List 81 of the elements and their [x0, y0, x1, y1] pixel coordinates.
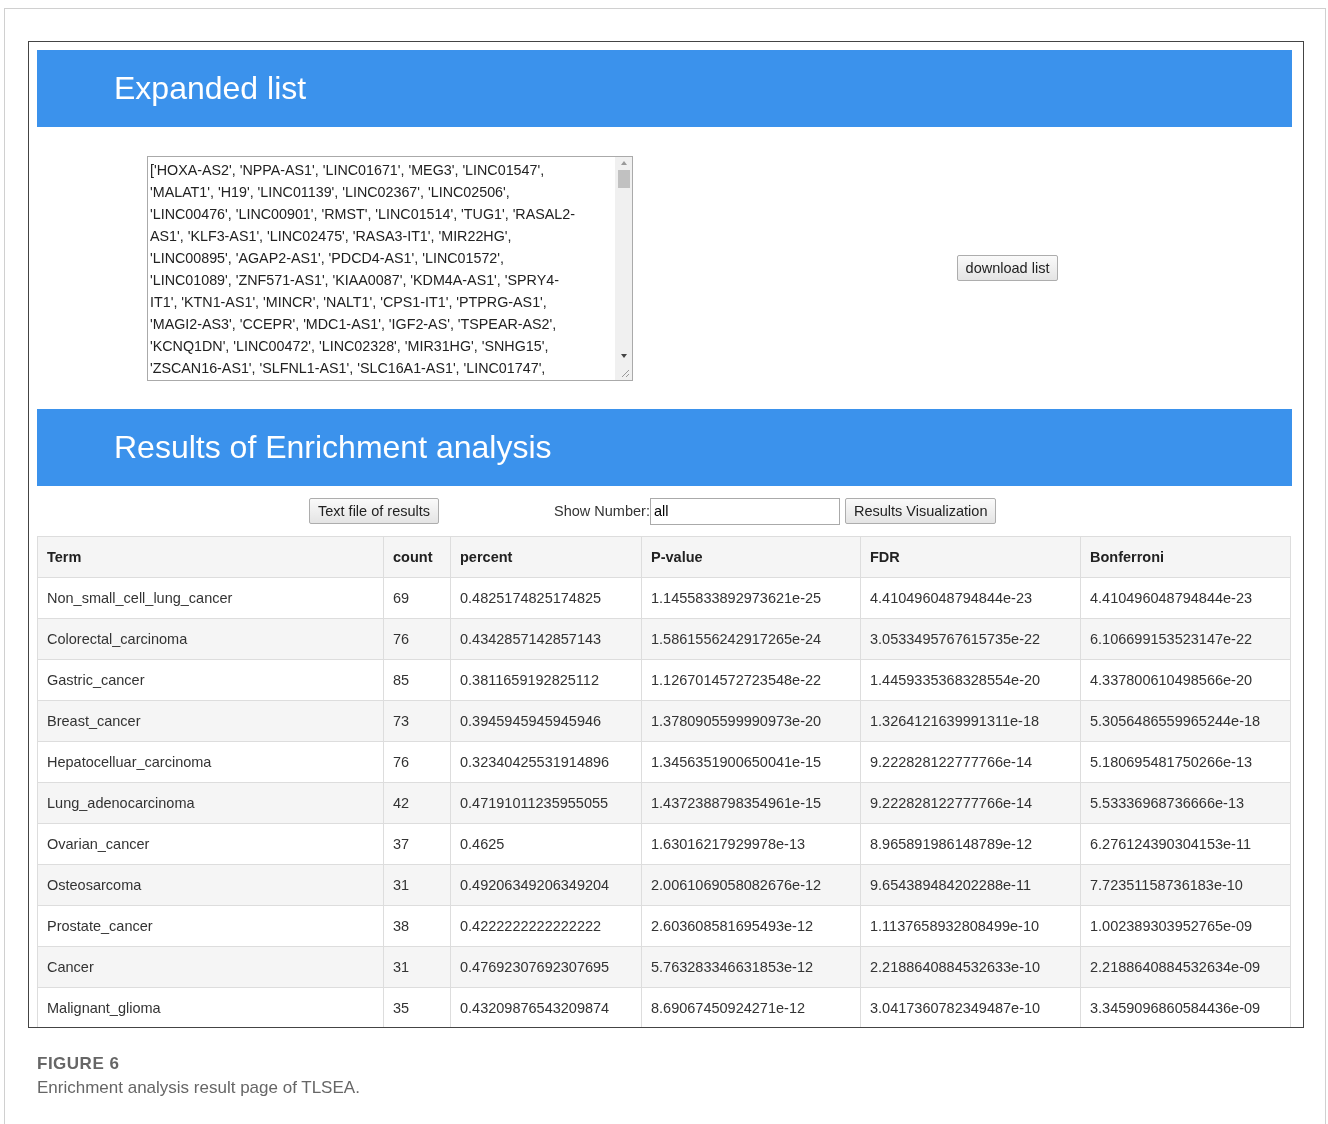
scrollbar-thumb[interactable] — [617, 169, 630, 188]
count-cell: 42 — [383, 782, 451, 824]
count-cell: 31 — [383, 864, 451, 906]
percent-cell: 0.32340425531914896 — [450, 741, 642, 783]
count-cell: 31 — [383, 946, 451, 988]
scrollbar[interactable] — [615, 156, 632, 380]
p-value-cell: 1.4372388798354961e-15 — [641, 782, 861, 824]
p-value-cell: 1.3780905599990973e-20 — [641, 700, 861, 742]
resize-grip-icon[interactable] — [620, 367, 630, 378]
term-cell: Hepatocelluar_carcinoma — [37, 741, 384, 783]
term-cell: Gastric_cancer — [37, 659, 384, 701]
term-cell: Colorectal_carcinoma — [37, 618, 384, 660]
fdr-cell: 1.3264121639991311e-18 — [860, 700, 1081, 742]
count-cell: 76 — [383, 618, 451, 660]
count-cell: 37 — [383, 823, 451, 865]
term-cell: Non_small_cell_lung_cancer — [37, 577, 384, 619]
percent-cell: 0.49206349206349204 — [450, 864, 642, 906]
term-cell: Lung_adenocarcinoma — [37, 782, 384, 824]
percent-cell: 0.47692307692307695 — [450, 946, 642, 988]
column-header: Term — [37, 536, 384, 578]
column-header: count — [383, 536, 451, 578]
term-cell: Malignant_glioma — [37, 987, 384, 1027]
p-value-cell: 1.1267014572723548e-22 — [641, 659, 861, 701]
column-header: P-value — [641, 536, 861, 578]
p-value-cell: 1.5861556242917265e-24 — [641, 618, 861, 660]
fdr-cell: 1.4459335368328554e-20 — [860, 659, 1081, 701]
p-value-cell: 2.0061069058082676e-12 — [641, 864, 861, 906]
section-title: Expanded list — [114, 70, 307, 107]
p-value-cell: 1.3456351900650041e-15 — [641, 741, 861, 783]
percent-cell: 0.4825174825174825 — [450, 577, 642, 619]
bonferroni-cell: 2.2188640884532634e-09 — [1080, 946, 1291, 988]
percent-cell: 0.3811659192825112 — [450, 659, 642, 701]
show-number-label: Show Number: — [554, 503, 650, 519]
term-cell: Breast_cancer — [37, 700, 384, 742]
fdr-cell: 2.2188640884532633e-10 — [860, 946, 1081, 988]
download-list-button[interactable]: download list — [956, 255, 1059, 281]
fdr-cell: 4.410496048794844e-23 — [860, 577, 1081, 619]
show-number-field[interactable]: all — [649, 497, 840, 525]
count-cell: 38 — [383, 905, 451, 947]
term-cell: Ovarian_cancer — [37, 823, 384, 865]
percent-cell: 0.4222222222222222 — [450, 905, 642, 947]
p-value-cell: 1.1455833892973621e-25 — [641, 577, 861, 619]
percent-cell: 0.4342857142857143 — [450, 618, 642, 660]
bonferroni-cell: 5.53336968736666e-13 — [1080, 782, 1291, 824]
count-cell: 85 — [383, 659, 451, 701]
column-header: percent — [450, 536, 642, 578]
bonferroni-cell: 1.002389303952765e-09 — [1080, 905, 1291, 947]
fdr-cell: 9.222828122777766e-14 — [860, 741, 1081, 783]
count-cell: 73 — [383, 700, 451, 742]
column-header: FDR — [860, 536, 1081, 578]
p-value-cell: 2.603608581695493e-12 — [641, 905, 861, 947]
fdr-cell: 3.0533495767615735e-22 — [860, 618, 1081, 660]
percent-cell: 0.3945945945945946 — [450, 700, 642, 742]
figure-caption: Enrichment analysis result page of TLSEA. — [37, 1078, 361, 1098]
column-header: Bonferroni — [1080, 536, 1291, 578]
list-textarea[interactable]: ['HOXA-AS2', 'NPPA-AS1', 'LINC01671', 'MEG3', 'LINC01547', 'MALAT1', 'H19', 'LINC01139', 'LINC02367', 'LINC02506', 'LINC00476', 'LINC00901', 'RMST', 'LINC01514', 'TUG1', 'RASAL2- AS1', 'KLF3-AS1', 'LINC02475', 'RASA3-IT1', 'MIR22HG', 'LINC00895', 'AGAP2-AS1', 'PDCD4-AS1', 'LINC01572', 'LINC01089', 'ZNF571-AS1', 'KIAA0087', 'KDM4A-AS1', 'SPRY4- IT1', 'KTN1-AS1', 'MINCR', 'NALT1', 'CPS1-IT1', 'PTPRG-AS1', 'MAGI2-AS3', 'CCEPR', 'MDC1-AS1', 'IGF2-AS', 'TSPEAR-AS2', 'KCNQ1DN', 'LINC00472', 'LINC02328', 'MIR31HG', 'SNHG15', 'ZSCAN16-AS1', 'SLFNL1-AS1', 'SLC16A1-AS1', 'LINC01747', — [147, 155, 633, 381]
term-cell: Osteosarcoma — [37, 864, 384, 906]
count-cell: 69 — [383, 577, 451, 619]
count-cell: 76 — [383, 741, 451, 783]
bonferroni-cell: 6.276124390304153e-11 — [1080, 823, 1291, 865]
bonferroni-cell: 6.106699153523147e-22 — [1080, 618, 1291, 660]
text-file-button[interactable]: Text file of results — [309, 498, 439, 524]
term-cell: Prostate_cancer — [37, 905, 384, 947]
p-value-cell: 1.63016217929978e-13 — [641, 823, 861, 865]
bonferroni-cell: 4.410496048794844e-23 — [1080, 577, 1291, 619]
percent-cell: 0.47191011235955055 — [450, 782, 642, 824]
fdr-cell: 8.965891986148789e-12 — [860, 823, 1081, 865]
section-title: Results of Enrichment analysis — [114, 429, 552, 466]
scroll-down-icon[interactable] — [618, 351, 629, 360]
fdr-cell: 9.654389484202288e-11 — [860, 864, 1081, 906]
figure-label: FIGURE 6 — [37, 1054, 121, 1074]
results-visualization-button[interactable]: Results Visualization — [844, 498, 997, 524]
bonferroni-cell: 5.3056486559965244e-18 — [1080, 700, 1291, 742]
bonferroni-cell: 4.337800610498566e-20 — [1080, 659, 1291, 701]
fdr-cell: 9.222828122777766e-14 — [860, 782, 1081, 824]
percent-cell: 0.4625 — [450, 823, 642, 865]
term-cell: Cancer — [37, 946, 384, 988]
fdr-cell: 1.1137658932808499e-10 — [860, 905, 1081, 947]
bonferroni-cell: 5.180695481750266e-13 — [1080, 741, 1291, 783]
bonferroni-cell: 7.72351158736183e-10 — [1080, 864, 1291, 906]
p-value-cell: 5.763283346631853e-12 — [641, 946, 861, 988]
